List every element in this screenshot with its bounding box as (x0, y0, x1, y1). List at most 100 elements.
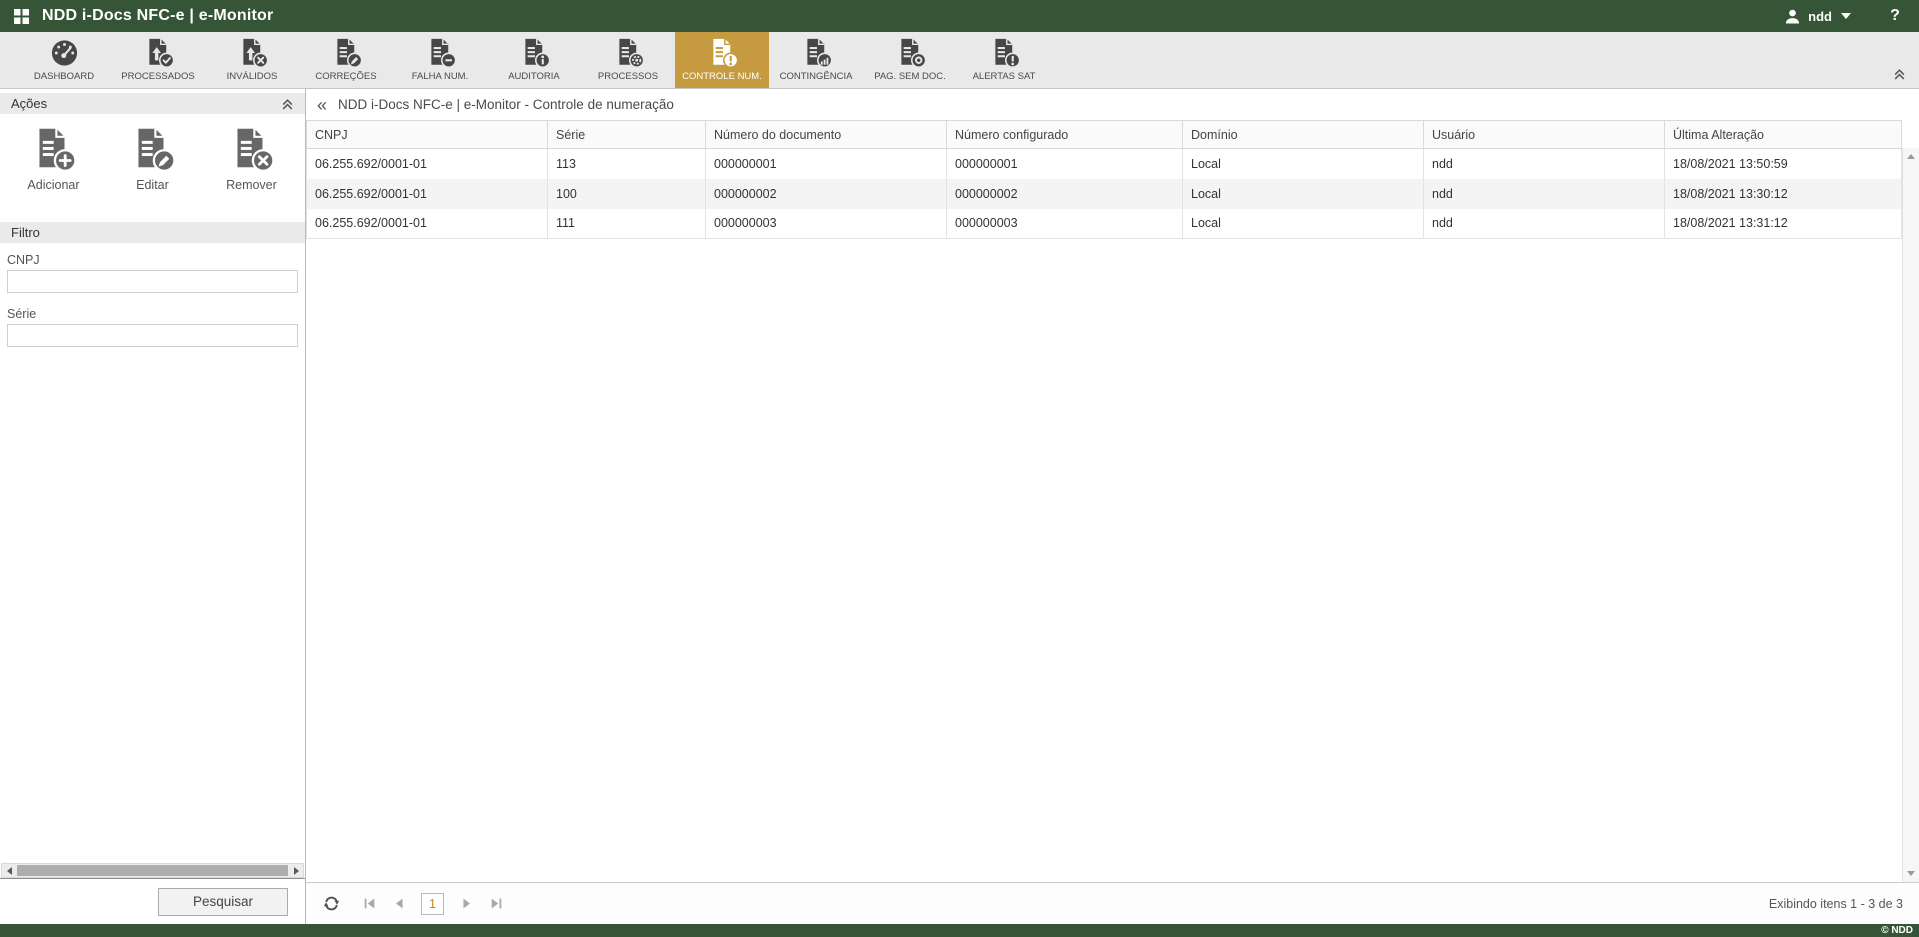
actions-panel-header: Ações (0, 93, 305, 114)
title-bar: NDD i-Docs NFC-e | e-Monitor ndd ? (0, 0, 1919, 32)
cell-dominio: Local (1183, 179, 1424, 209)
prev-page-button[interactable] (387, 892, 411, 916)
help-icon[interactable]: ? (1885, 7, 1905, 25)
document-upload-check-icon (143, 37, 174, 68)
first-page-icon (363, 897, 376, 910)
cell-serie: 100 (548, 179, 706, 209)
table-row[interactable]: 06.255.692/0001-01 113 000000001 0000000… (307, 149, 1902, 179)
column-header-ultima-alteracao[interactable]: Última Alteração (1665, 121, 1902, 149)
scroll-right-arrow-icon[interactable] (289, 864, 303, 877)
toolbar-item-label: DASHBOARD (34, 71, 94, 82)
toolbar-item-label: FALHA NUM. (412, 71, 469, 82)
column-header-numero-configurado[interactable]: Número configurado (947, 121, 1183, 149)
filter-header-label: Filtro (11, 225, 40, 240)
table-container: CNPJ Série Número do documento Número co… (306, 120, 1919, 882)
chevron-double-up-icon (1893, 67, 1906, 80)
toolbar-item-pag-sem-doc[interactable]: PAG. SEM DOC. (863, 32, 957, 88)
toolbar-item-processados[interactable]: PROCESSADOS (111, 32, 205, 88)
scroll-left-arrow-icon[interactable] (2, 864, 16, 877)
column-header-dominio[interactable]: Domínio (1183, 121, 1424, 149)
document-add-icon (30, 126, 76, 172)
document-zero-icon (895, 37, 926, 68)
document-minus-icon (425, 37, 456, 68)
last-page-icon (490, 897, 503, 910)
pagination-bar: Exibindo itens 1 - 3 de 3 (306, 882, 1919, 924)
cnpj-label: CNPJ (7, 253, 298, 267)
table-row[interactable]: 06.255.692/0001-01 111 000000003 0000000… (307, 209, 1902, 239)
user-icon (1784, 8, 1801, 25)
page-input[interactable] (421, 893, 444, 915)
app-grid-icon[interactable] (14, 9, 29, 24)
toolbar-item-label: CONTINGÊNCIA (780, 71, 853, 82)
cell-num-doc: 000000001 (706, 149, 947, 179)
table-vertical-scrollbar[interactable] (1902, 148, 1919, 882)
toolbar-item-contingencia[interactable]: CONTINGÊNCIA (769, 32, 863, 88)
first-page-button[interactable] (357, 892, 381, 916)
cnpj-input[interactable] (7, 270, 298, 293)
toolbar-item-label: PAG. SEM DOC. (874, 71, 946, 82)
cell-usuario: ndd (1424, 179, 1665, 209)
refresh-icon (323, 895, 340, 912)
toolbar-item-label: CORREÇÕES (315, 71, 376, 82)
adicionar-button[interactable]: Adicionar (4, 126, 103, 192)
prev-page-icon (393, 897, 406, 910)
cell-ultima-alteracao: 18/08/2021 13:31:12 (1665, 209, 1902, 239)
toolbar-collapse-button[interactable] (1893, 67, 1906, 85)
toolbar-item-label: INVÁLIDOS (227, 71, 278, 82)
serie-input[interactable] (7, 324, 298, 347)
toolbar-item-label: PROCESSOS (598, 71, 658, 82)
table-header-row: CNPJ Série Número do documento Número co… (307, 121, 1902, 149)
actions-row: Adicionar Editar Remover (0, 114, 305, 208)
remover-button[interactable]: Remover (202, 126, 301, 192)
pesquisar-button[interactable]: Pesquisar (158, 888, 288, 916)
user-name: ndd (1808, 9, 1832, 24)
scroll-up-arrow-icon[interactable] (1907, 154, 1915, 159)
document-info-icon (519, 37, 550, 68)
cell-serie: 111 (548, 209, 706, 239)
toolbar-item-auditoria[interactable]: AUDITORIA (487, 32, 581, 88)
filter-panel-header: Filtro (0, 222, 305, 243)
toolbar-item-alertas-sat[interactable]: ALERTAS SAT (957, 32, 1051, 88)
column-header-serie[interactable]: Série (548, 121, 706, 149)
refresh-button[interactable] (319, 892, 343, 916)
toolbar-item-controle-num[interactable]: CONTROLE NUM. (675, 32, 769, 88)
scroll-down-arrow-icon[interactable] (1907, 871, 1915, 876)
main-panel: « NDD i-Docs NFC-e | e-Monitor - Control… (306, 89, 1919, 924)
column-header-numero-documento[interactable]: Número do documento (706, 121, 947, 149)
dashboard-icon (49, 37, 80, 68)
cell-serie: 113 (548, 149, 706, 179)
serie-label: Série (7, 307, 298, 321)
document-edit-icon (129, 126, 175, 172)
sidebar-horizontal-scrollbar[interactable] (1, 863, 304, 878)
next-page-button[interactable] (454, 892, 478, 916)
breadcrumb: « NDD i-Docs NFC-e | e-Monitor - Control… (306, 89, 1919, 120)
toolbar-item-label: ALERTAS SAT (973, 71, 1036, 82)
main-toolbar: DASHBOARD PROCESSADOS INVÁLIDOS CORREÇÕE… (0, 32, 1919, 89)
toolbar-item-dashboard[interactable]: DASHBOARD (17, 32, 111, 88)
collapse-sidebar-icon[interactable]: « (317, 96, 327, 114)
last-page-button[interactable] (484, 892, 508, 916)
app-title: NDD i-Docs NFC-e | e-Monitor (42, 7, 273, 25)
document-gear-icon (613, 37, 644, 68)
document-warning-icon (989, 37, 1020, 68)
document-edit-icon (331, 37, 362, 68)
toolbar-item-label: PROCESSADOS (121, 71, 194, 82)
table-row[interactable]: 06.255.692/0001-01 100 000000002 0000000… (307, 179, 1902, 209)
cell-dominio: Local (1183, 149, 1424, 179)
editar-button[interactable]: Editar (103, 126, 202, 192)
user-menu[interactable]: ndd (1784, 8, 1851, 25)
collapse-actions-icon[interactable] (281, 97, 294, 110)
toolbar-item-processos[interactable]: PROCESSOS (581, 32, 675, 88)
cell-num-conf: 000000001 (947, 149, 1183, 179)
toolbar-item-correcoes[interactable]: CORREÇÕES (299, 32, 393, 88)
scrollbar-thumb[interactable] (17, 865, 288, 876)
page-title: NDD i-Docs NFC-e | e-Monitor - Controle … (338, 97, 674, 112)
search-area: Pesquisar (0, 878, 305, 924)
column-header-usuario[interactable]: Usuário (1424, 121, 1665, 149)
toolbar-item-invalidos[interactable]: INVÁLIDOS (205, 32, 299, 88)
footer: © NDD (0, 924, 1919, 937)
action-label: Editar (136, 178, 169, 192)
toolbar-item-falha-num[interactable]: FALHA NUM. (393, 32, 487, 88)
column-header-cnpj[interactable]: CNPJ (307, 121, 548, 149)
cell-dominio: Local (1183, 209, 1424, 239)
